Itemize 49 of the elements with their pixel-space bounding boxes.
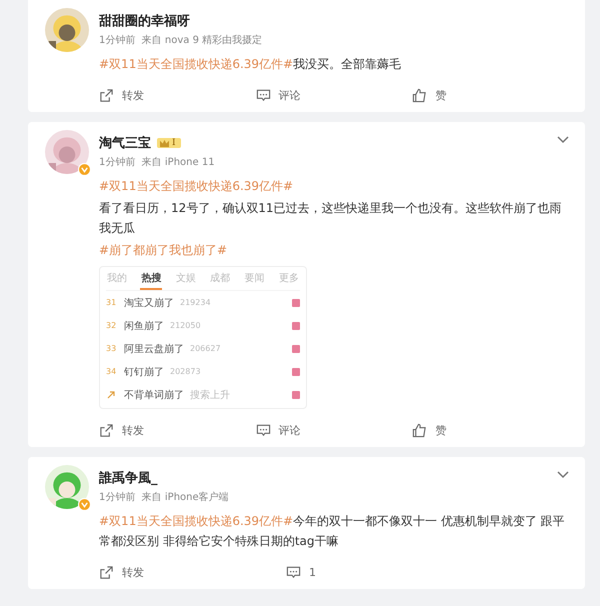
action-button[interactable]: 转发 <box>99 84 256 106</box>
arrow-up-right-icon <box>106 390 116 400</box>
rank-number: 32 <box>106 321 118 330</box>
thumbs-up-icon <box>412 422 428 438</box>
trending-count: 搜索上升 <box>190 388 231 402</box>
level-badge: I <box>157 138 181 148</box>
action-button[interactable]: 转发 <box>99 419 256 441</box>
trending-tab[interactable]: 热搜 <box>140 269 162 290</box>
post-text: #双11当天全国揽收快递6.39亿件#我没买。全部靠薅毛 <box>99 56 402 73</box>
rank-number: 34 <box>106 367 118 376</box>
trending-title[interactable]: 钉钉崩了 <box>124 364 164 378</box>
post-meta: 1分钟前 来自 iPhone客户端 <box>99 490 230 504</box>
post-meta: 1分钟前 来自 nova 9 精彩由我摄定 <box>99 34 264 47</box>
comment-icon <box>256 88 271 102</box>
action-button[interactable]: 转发 <box>99 561 286 583</box>
action-button[interactable]: 赞 <box>412 84 570 106</box>
user-name[interactable]: 誰禹争風_ <box>99 469 158 487</box>
share-icon <box>99 88 114 102</box>
action-button[interactable]: 1 <box>286 561 473 583</box>
post-text: 看了看日历，12号了，确认双11已过去，这些快递里我一个也没有。这些软件崩了也雨我无瓜 <box>99 200 563 237</box>
trending-title[interactable]: 不背单词崩了 <box>124 388 184 402</box>
hot-badge-icon <box>292 390 300 398</box>
trending-title[interactable]: 淘宝又崩了 <box>124 296 174 310</box>
hot-badge-icon <box>292 298 300 306</box>
user-name[interactable]: 甜甜圈的幸福呀 <box>99 12 190 30</box>
trending-count: 212050 <box>170 321 202 330</box>
rank-number: 31 <box>106 298 118 307</box>
action-button[interactable]: 评论 <box>256 419 412 441</box>
share-icon <box>99 422 114 438</box>
rank-number: 33 <box>106 344 118 353</box>
hot-badge-icon <box>292 368 300 376</box>
hot-badge-icon <box>292 322 300 330</box>
comment-icon <box>286 564 301 580</box>
comment-icon <box>256 422 271 438</box>
hot-badge-icon <box>292 344 300 352</box>
user-name[interactable]: 淘气三宝 <box>99 134 151 152</box>
post-meta: 1分钟前 来自 iPhone 11 <box>99 156 216 169</box>
action-button[interactable]: 评论 <box>256 84 412 106</box>
thumbs-up-icon <box>412 88 428 102</box>
post-text: #双11当天全国揽收快递6.39亿件#今年的双十一都不像双十一 优惠机制早就变了 跟平常都没区别 非得给它安个特殊日期的tag干嘛 <box>99 513 566 550</box>
trending-title[interactable]: 阿里云盘崩了 <box>124 342 184 356</box>
chevron-down-icon[interactable] <box>557 136 569 144</box>
action-button[interactable]: 赞 <box>412 419 570 441</box>
trending-count: 219234 <box>180 298 212 307</box>
trending-count: 206627 <box>190 344 222 353</box>
chevron-down-icon[interactable] <box>557 471 569 479</box>
trending-count: 202873 <box>170 367 202 376</box>
trending-title[interactable]: 闲鱼崩了 <box>124 318 164 332</box>
share-icon <box>99 564 114 580</box>
